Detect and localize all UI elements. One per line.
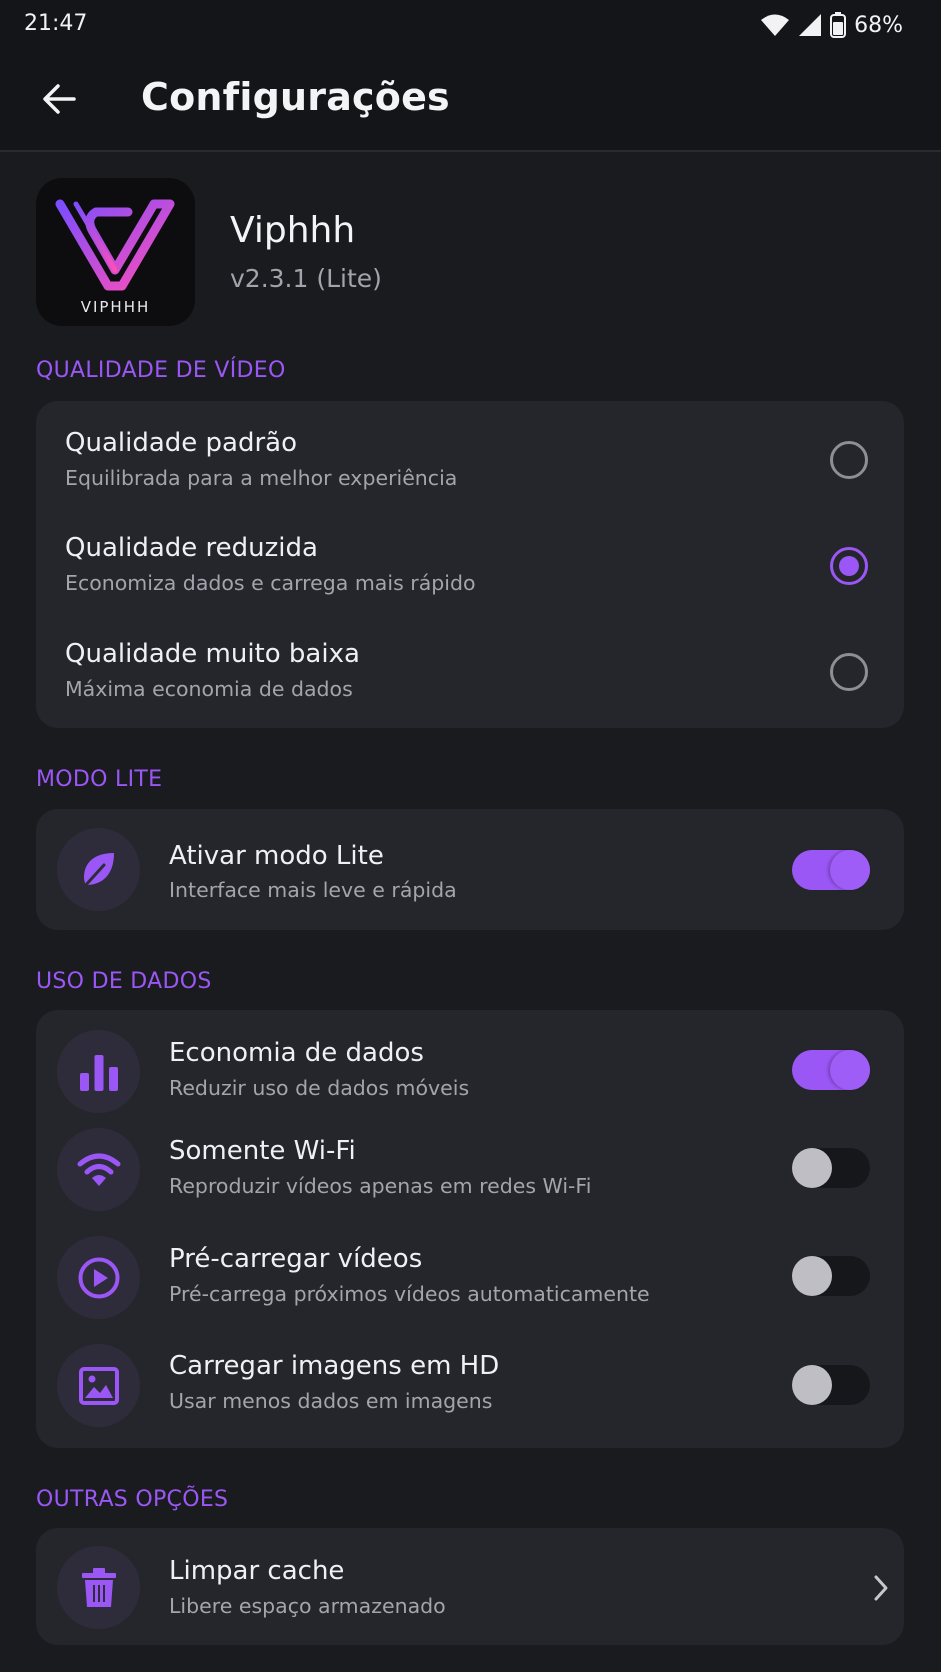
option-subtitle: Economiza dados e carrega mais rápido (65, 571, 476, 595)
section-label-other-options: OUTRAS OPÇÕES (36, 1487, 229, 1512)
battery-percent: 68% (854, 12, 903, 38)
chevron-right-icon (866, 1568, 896, 1608)
quality-option-standard[interactable]: Qualidade padrão Equilibrada para a melh… (36, 401, 904, 507)
bar-chart-icon (57, 1030, 140, 1113)
section-label-data-usage: USO DE DADOS (36, 969, 212, 994)
app-bar: Configurações (0, 50, 941, 152)
arrow-left-icon (41, 83, 77, 119)
quality-option-reduced[interactable]: Qualidade reduzida Economiza dados e car… (36, 507, 904, 613)
app-info-header: VIPHHH Viphhh v2.3.1 (Lite) (36, 178, 906, 326)
other-options-card: Limpar cache Libere espaço armazenado (36, 1528, 904, 1645)
setting-title: Economia de dados (169, 1038, 424, 1068)
app-name: Viphhh (230, 210, 356, 251)
option-title: Qualidade muito baixa (65, 639, 360, 669)
setting-lite-mode[interactable]: Ativar modo Lite Interface mais leve e r… (36, 809, 904, 930)
battery-icon (830, 12, 847, 38)
lite-mode-card: Ativar modo Lite Interface mais leve e r… (36, 809, 904, 930)
option-title: Qualidade padrão (65, 428, 297, 458)
wifi-icon (57, 1128, 140, 1211)
v-logo-icon (55, 199, 175, 291)
option-subtitle: Máxima economia de dados (65, 677, 353, 701)
quality-option-very-low[interactable]: Qualidade muito baixa Máxima economia de… (36, 613, 904, 728)
leaf-icon (57, 828, 140, 911)
radio-standard[interactable] (830, 441, 868, 479)
setting-data-saver[interactable]: Economia de dados Reduzir uso de dados m… (36, 1010, 904, 1116)
setting-title: Somente Wi-Fi (169, 1136, 356, 1166)
trash-icon (57, 1546, 140, 1629)
toggle-hd-images[interactable] (792, 1365, 870, 1405)
back-button[interactable] (34, 78, 84, 124)
setting-subtitle: Reduzir uso de dados móveis (169, 1076, 470, 1100)
status-icons: 68% (760, 10, 903, 40)
cell-signal-icon (798, 13, 822, 37)
video-quality-card: Qualidade padrão Equilibrada para a melh… (36, 401, 904, 728)
app-logo: VIPHHH (36, 178, 195, 326)
setting-clear-cache[interactable]: Limpar cache Libere espaço armazenado (36, 1528, 904, 1645)
setting-title: Carregar imagens em HD (169, 1351, 500, 1381)
setting-hd-images[interactable]: Carregar imagens em HD Usar menos dados … (36, 1328, 904, 1448)
data-usage-card: Economia de dados Reduzir uso de dados m… (36, 1010, 904, 1448)
setting-preload-videos[interactable]: Pré-carregar vídeos Pré-carrega próximos… (36, 1222, 904, 1328)
radio-reduced[interactable] (830, 547, 868, 585)
wifi-icon (760, 13, 790, 37)
setting-title: Ativar modo Lite (169, 841, 384, 871)
setting-subtitle: Pré-carrega próximos vídeos automaticame… (169, 1282, 650, 1306)
option-title: Qualidade reduzida (65, 533, 318, 563)
app-logo-text: VIPHHH (80, 298, 151, 316)
setting-wifi-only[interactable]: Somente Wi-Fi Reproduzir vídeos apenas e… (36, 1116, 904, 1222)
play-circle-icon (57, 1236, 140, 1319)
setting-subtitle: Libere espaço armazenado (169, 1594, 446, 1618)
setting-title: Pré-carregar vídeos (169, 1244, 423, 1274)
setting-subtitle: Interface mais leve e rápida (169, 878, 457, 902)
section-label-video-quality: QUALIDADE DE VÍDEO (36, 358, 286, 383)
toggle-lite-mode[interactable] (792, 850, 870, 890)
toggle-wifi-only[interactable] (792, 1148, 870, 1188)
toggle-preload-videos[interactable] (792, 1256, 870, 1296)
setting-subtitle: Reproduzir vídeos apenas em redes Wi-Fi (169, 1174, 592, 1198)
toggle-data-saver[interactable] (792, 1050, 870, 1090)
image-icon (57, 1344, 140, 1427)
section-label-lite-mode: MODO LITE (36, 767, 163, 792)
page-title: Configurações (141, 75, 450, 119)
app-version: v2.3.1 (Lite) (230, 264, 382, 293)
option-subtitle: Equilibrada para a melhor experiência (65, 466, 458, 490)
status-time: 21:47 (24, 11, 88, 36)
radio-very-low[interactable] (830, 653, 868, 691)
status-bar: 21:47 68% (0, 0, 941, 50)
setting-subtitle: Usar menos dados em imagens (169, 1389, 493, 1413)
setting-title: Limpar cache (169, 1556, 345, 1586)
